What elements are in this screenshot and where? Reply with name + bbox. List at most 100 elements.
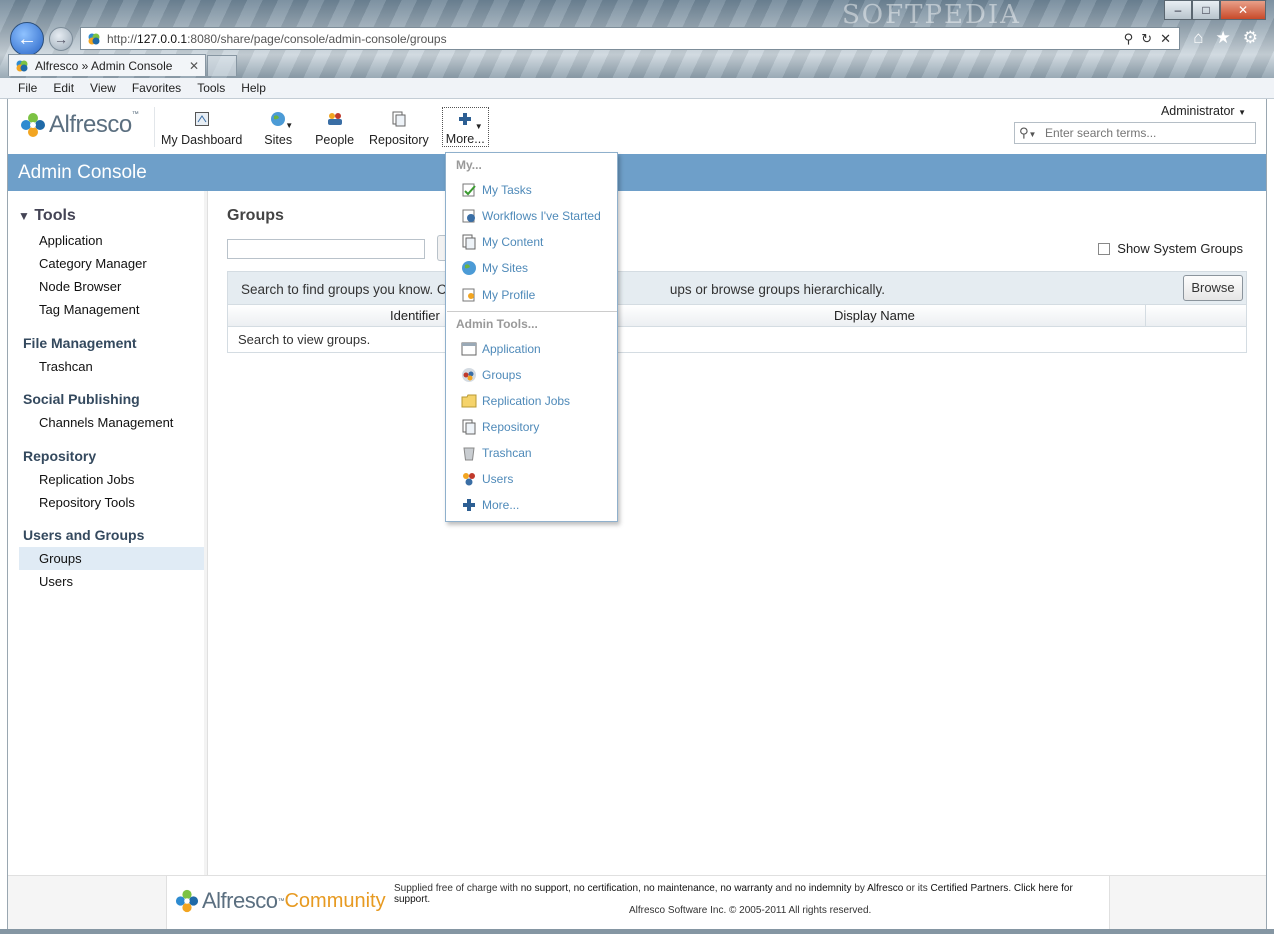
menu-item-trashcan[interactable]: Trashcan [461,443,532,463]
sidebar-item-users[interactable]: Users [19,570,204,593]
nav-people[interactable]: People [307,107,362,152]
link-certified-partners[interactable]: Certified Partners [931,883,1009,894]
sidebar-resize-handle[interactable] [204,191,208,875]
nav-my-dashboard[interactable]: My Dashboard [154,107,249,152]
nav-sites[interactable]: ▼ Sites [249,107,307,152]
content-icon [461,234,477,250]
alfresco-community-logo[interactable]: Alfresco ™ Community [175,888,386,914]
menu-tools[interactable]: Tools [189,78,233,98]
column-identifier[interactable]: Identifier [390,308,440,323]
address-bar[interactable]: http://127.0.0.1:8080/share/page/console… [80,27,1180,50]
show-system-groups[interactable]: Show System Groups [1098,241,1243,256]
alfresco-flower-icon [175,889,199,913]
page-title: Admin Console [8,154,1266,191]
admin-sidebar: ▼ Tools Application Category Manager Nod… [8,191,208,875]
browser-bottom-border [0,929,1274,934]
link-no-maintenance[interactable]: no maintenance [644,883,715,894]
gear-icon[interactable]: ⚙ [1243,28,1258,48]
menu-item-users[interactable]: Users [461,469,513,489]
sidebar-item-replication-jobs[interactable]: Replication Jobs [19,468,204,491]
app-header: Alfresco™ My Dashboard ▼ Sites People Re… [8,99,1266,154]
window-controls: – □ ✕ [1164,0,1266,20]
link-no-indemnity[interactable]: no indemnity [795,883,852,894]
menu-view[interactable]: View [82,78,124,98]
sidebar-item-repository-tools[interactable]: Repository Tools [19,491,204,514]
watermark: SOFTPEDIA [842,0,1021,30]
refresh-icon[interactable]: ↻ [1141,31,1152,47]
nav-more[interactable]: ▼ More... [441,107,489,147]
groups-panel: Groups Show System Groups Search to find… [226,191,1248,875]
dropdown-heading-my: My... [456,158,482,172]
search-icon[interactable]: ⚲ [1124,31,1134,47]
menu-edit[interactable]: Edit [45,78,82,98]
browser-chrome: SOFTPEDIA – □ ✕ ← → http://127.0.0.1:808… [0,0,1274,78]
sidebar-item-node-browser[interactable]: Node Browser [19,275,204,298]
sidebar-item-application[interactable]: Application [19,229,204,252]
menu-item-replication-jobs[interactable]: Replication Jobs [461,391,570,411]
link-alfresco[interactable]: Alfresco [867,883,903,894]
user-menu[interactable]: Administrator ▼ [1161,104,1246,118]
sidebar-item-category-manager[interactable]: Category Manager [19,252,204,275]
column-display-name[interactable]: Display Name [834,308,915,323]
menu-item-application[interactable]: Application [461,339,541,359]
license-notice: Supplied free of charge with no support,… [394,883,1073,905]
menu-help[interactable]: Help [233,78,274,98]
back-button[interactable]: ← [10,22,44,56]
repository-icon [390,110,408,128]
sidebar-section-social-publishing: Social Publishing [23,391,140,407]
link-no-warranty[interactable]: no warranty [720,883,772,894]
close-tab-icon[interactable]: ✕ [189,59,205,73]
collapse-triangle-icon: ▼ [18,209,30,223]
menu-file[interactable]: File [10,78,45,98]
sidebar-item-trashcan[interactable]: Trashcan [19,355,204,378]
groups-info-bar: Search to find groups you know. Click up… [227,271,1247,305]
sidebar-section-users-and-groups: Users and Groups [23,527,145,543]
chevron-down-icon: ▼ [474,122,483,131]
sidebar-section-file-management: File Management [23,335,137,351]
menu-favorites[interactable]: Favorites [124,78,189,98]
forward-button[interactable]: → [49,27,73,51]
menu-item-more[interactable]: More... [461,495,519,515]
link-no-support[interactable]: no support [521,883,568,894]
home-icon[interactable]: ⌂ [1193,28,1203,48]
favorites-star-icon[interactable]: ★ [1216,28,1231,48]
menu-item-my-tasks[interactable]: My Tasks [461,180,532,200]
menu-item-my-content[interactable]: My Content [461,232,543,252]
browse-button[interactable]: Browse [1183,275,1243,301]
logo-text: Alfresco™ [49,111,139,138]
copyright: Alfresco Software Inc. © 2005-2011 All r… [629,905,872,916]
profile-icon [461,287,477,303]
more-dropdown-menu: My... My Tasks Workflows I've Started My… [445,152,618,522]
menu-item-my-sites[interactable]: My Sites [461,258,528,278]
nav-repository[interactable]: Repository [362,107,436,152]
link-no-certification[interactable]: no certification [574,883,638,894]
menu-item-groups[interactable]: Groups [461,365,521,385]
menu-item-my-profile[interactable]: My Profile [461,285,535,305]
sidebar-section-repository: Repository [23,448,97,464]
show-system-groups-checkbox[interactable] [1098,242,1111,255]
close-window-button[interactable]: ✕ [1220,0,1266,20]
chevron-down-icon: ▼ [1238,108,1246,117]
tools-header[interactable]: ▼ Tools [18,207,76,225]
page-footer: Alfresco ™ Community Supplied free of cha… [8,875,1266,929]
minimize-button[interactable]: – [1164,0,1192,20]
search-input[interactable] [1045,126,1255,140]
sidebar-item-channels-management[interactable]: Channels Management [19,411,204,434]
new-tab-button[interactable] [207,55,237,76]
people-icon [326,110,344,128]
globe-icon [461,260,477,276]
global-search[interactable]: ⚲▼ [1014,122,1256,144]
menu-item-repository[interactable]: Repository [461,417,539,437]
sidebar-item-tag-management[interactable]: Tag Management [19,298,204,321]
browser-tab[interactable]: Alfresco » Admin Console ✕ [8,54,206,76]
main-nav: My Dashboard ▼ Sites People Repository ▼… [154,107,489,152]
maximize-button[interactable]: □ [1192,0,1220,20]
alfresco-logo[interactable]: Alfresco™ [20,111,139,139]
group-search-input[interactable] [227,239,425,259]
groups-table-empty: Search to view groups. [227,327,1247,353]
alfresco-flower-icon [21,113,45,137]
search-icon[interactable]: ⚲▼ [1015,125,1045,141]
stop-icon[interactable]: ✕ [1160,31,1171,47]
sidebar-item-groups[interactable]: Groups [19,547,204,570]
menu-item-workflows-started[interactable]: Workflows I've Started [461,206,601,226]
